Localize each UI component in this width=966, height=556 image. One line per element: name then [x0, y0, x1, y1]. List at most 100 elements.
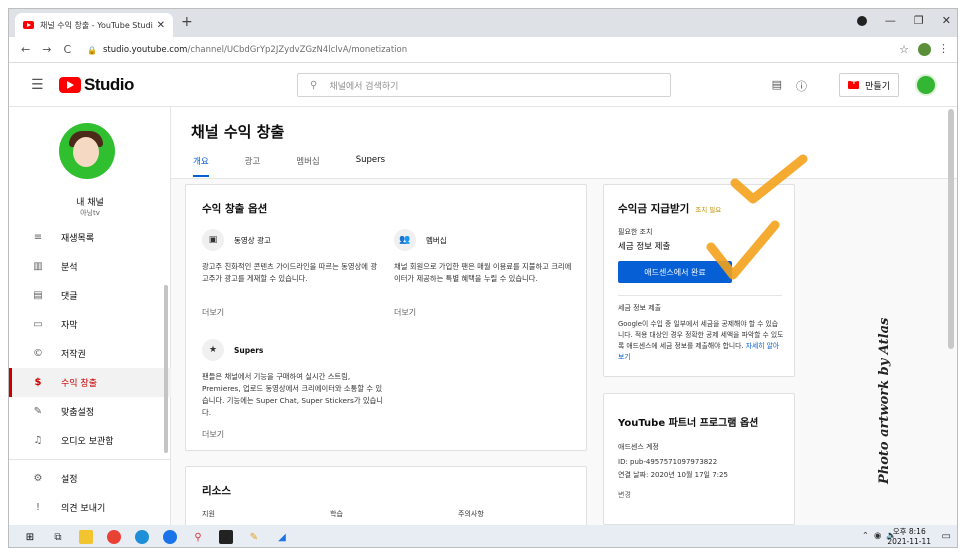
adsense-id: ID: pub-4957571097973822	[618, 458, 718, 466]
ads-option-header: ▣ 동영상 광고	[202, 229, 271, 251]
windows-start-icon[interactable]: ⊞	[23, 530, 37, 544]
members-more-link[interactable]: 더보기	[394, 307, 416, 318]
partner-card-title: YouTube 파트너 프로그램 옵션	[618, 418, 759, 429]
watermark-text: Photo artwork by Atlas	[877, 317, 892, 484]
copyright-icon: ©	[33, 348, 43, 359]
new-tab-icon[interactable]: +	[181, 14, 193, 30]
page-header: 채널 수익 창출 개요 광고 멤버십 Supers	[171, 107, 957, 179]
change-link[interactable]: 변경	[618, 490, 631, 500]
supers-option-desc: 팬들은 채널에서 기능을 구매하여 실시간 스트림, Premieres, 업로…	[202, 372, 383, 417]
studio-logo[interactable]: Studio	[59, 75, 134, 95]
sidebar-item-monetization[interactable]: $ 수익 창출	[9, 368, 171, 397]
settings-gear-icon[interactable]	[163, 530, 177, 544]
file-explorer-icon[interactable]	[79, 530, 93, 544]
supers-option-title: Supers	[234, 345, 264, 355]
resources-col-notes[interactable]: 주의사항	[458, 509, 484, 519]
ads-more-link[interactable]: 더보기	[202, 307, 224, 318]
tab-overview[interactable]: 개요	[193, 155, 209, 177]
video-ad-icon: ▣	[202, 229, 224, 251]
search-input[interactable]: ⚲ 채널에서 검색하기	[297, 73, 671, 97]
sidebar-item-label: 수익 창출	[61, 379, 97, 389]
clock-time: 오후 8:16	[892, 527, 926, 536]
minimize-icon[interactable]: —	[885, 14, 896, 27]
sidebar-item-label: 재생목록	[61, 234, 95, 244]
sidebar-item-label: 자막	[61, 321, 78, 331]
sidebar-item-analytics[interactable]: ▥ 분석	[9, 252, 171, 281]
forward-icon[interactable]: →	[42, 43, 51, 56]
page-tabs: 개요 광고 멤버십 Supers	[193, 155, 421, 177]
close-tab-icon[interactable]: ✕	[157, 20, 165, 31]
task-view-icon[interactable]: ⧉	[51, 530, 65, 544]
help-icon[interactable]: ⓘ	[796, 78, 807, 94]
search-icon: ⚲	[310, 79, 318, 91]
analytics-icon: ▥	[33, 261, 43, 272]
sidebar-nav: ≡ 재생목록 ▥ 분석 ▤ 댓글 ▭ 자막 © 저작권 $ 수익 창출 ✎ 맞춤설정 ♫ 오디오…	[9, 223, 171, 522]
notification-icon[interactable]: ▭	[942, 531, 951, 542]
orange-check-icon	[730, 154, 808, 204]
sidebar-item-copyright[interactable]: © 저작권	[9, 339, 171, 368]
create-video-icon	[848, 77, 860, 89]
resources-col-support[interactable]: 지원	[202, 509, 215, 519]
url-path: /channel/UCbdGrYp2JZydvZGzN4lclvA/moneti…	[187, 45, 408, 55]
wifi-icon[interactable]: ◉	[874, 531, 881, 541]
tab-ads[interactable]: 광고	[245, 155, 261, 177]
supers-star-icon: ★	[202, 339, 224, 361]
tab-supers[interactable]: Supers	[356, 155, 385, 177]
record-icon[interactable]	[856, 15, 867, 26]
messages-icon[interactable]: ▤	[772, 78, 782, 94]
resources-title: 리소스	[202, 485, 231, 497]
reload-icon[interactable]: C	[63, 43, 71, 56]
windows-taskbar: ⊞ ⧉ ⚲ ✎ ◢ ⌃ ◉ 🔈 오후 8:16 2021-11-11 ▭	[9, 525, 957, 547]
bookmark-star-icon[interactable]: ☆	[899, 43, 909, 56]
avatar-face	[73, 137, 99, 167]
edge-icon[interactable]	[135, 530, 149, 544]
browser-menu-icon[interactable]: ⋮	[938, 42, 949, 55]
members-option-header: 👥 멤버십	[394, 229, 447, 251]
tray-chevron-icon[interactable]: ⌃	[862, 531, 869, 541]
search-placeholder: 채널에서 검색하기	[329, 81, 399, 92]
sidebar: 내 채널 아닝tv ≡ 재생목록 ▥ 분석 ▤ 댓글 ▭ 자막 © 저작권 $ 수익 창출 …	[9, 107, 171, 525]
sidebar-scrollbar[interactable]	[164, 285, 168, 453]
hamburger-menu-icon[interactable]: ☰	[31, 77, 44, 93]
create-button[interactable]: 만들기	[839, 73, 899, 97]
sidebar-item-label: 오디오 보관함	[61, 437, 114, 447]
sidebar-item-subtitles[interactable]: ▭ 자막	[9, 310, 171, 339]
sidebar-item-audio-library[interactable]: ♫ 오디오 보관함	[9, 426, 171, 455]
studio-header: ☰ Studio ⚲ 채널에서 검색하기 ▤ ⓘ 만들기	[9, 63, 957, 107]
paint-icon[interactable]: ✎	[247, 530, 261, 544]
sidebar-item-settings[interactable]: ⚙ 설정	[9, 464, 171, 493]
sidebar-item-comments[interactable]: ▤ 댓글	[9, 281, 171, 310]
url-input[interactable]: 🔒 studio.youtube.com/channel/UCbdGrYp2JZ…	[79, 40, 919, 60]
main-scrollbar[interactable]	[948, 109, 954, 349]
youtube-logo-icon	[59, 77, 81, 93]
browser-tab-strip: 채널 수익 창출 - YouTube Studio ✕ + — ❐ ✕	[9, 9, 957, 37]
sidebar-item-label: 저작권	[61, 350, 86, 360]
tab-memberships[interactable]: 멤버십	[296, 155, 319, 177]
sidebar-item-customization[interactable]: ✎ 맞춤설정	[9, 397, 171, 426]
close-window-icon[interactable]: ✕	[942, 14, 951, 27]
audio-library-icon: ♫	[33, 435, 43, 446]
back-icon[interactable]: ←	[21, 43, 30, 56]
sidebar-item-feedback[interactable]: ! 의견 보내기	[9, 493, 171, 522]
chrome-icon[interactable]	[107, 530, 121, 544]
supers-option-header: ★ Supers	[202, 339, 263, 361]
browser-profile-avatar[interactable]	[918, 43, 931, 56]
create-button-label: 만들기	[865, 81, 890, 92]
playlist-icon: ≡	[33, 232, 43, 243]
browser-tab-title: 채널 수익 창출 - YouTube Studio	[40, 20, 153, 30]
members-option-desc: 채널 회원으로 가입한 팬은 매월 이용료를 지불하고 크리에이터가 제공하는 …	[394, 262, 572, 283]
comments-icon: ▤	[33, 290, 43, 301]
maximize-icon[interactable]: ❐	[914, 14, 924, 27]
sidebar-item-label: 설정	[61, 475, 78, 485]
sidebar-item-playlists[interactable]: ≡ 재생목록	[9, 223, 171, 252]
youtube-favicon-icon	[23, 21, 34, 29]
browser-tab[interactable]: 채널 수익 창출 - YouTube Studio ✕	[15, 13, 173, 37]
terminal-icon[interactable]	[219, 530, 233, 544]
resources-col-learn[interactable]: 학습	[330, 509, 343, 519]
search-app-icon[interactable]: ⚲	[191, 530, 205, 544]
media-icon[interactable]: ◢	[275, 530, 289, 544]
supers-more-link[interactable]: 더보기	[202, 429, 224, 440]
account-avatar[interactable]	[915, 74, 937, 96]
channel-avatar[interactable]	[59, 123, 115, 179]
taskbar-clock[interactable]: 오후 8:16 2021-11-11	[887, 527, 931, 547]
